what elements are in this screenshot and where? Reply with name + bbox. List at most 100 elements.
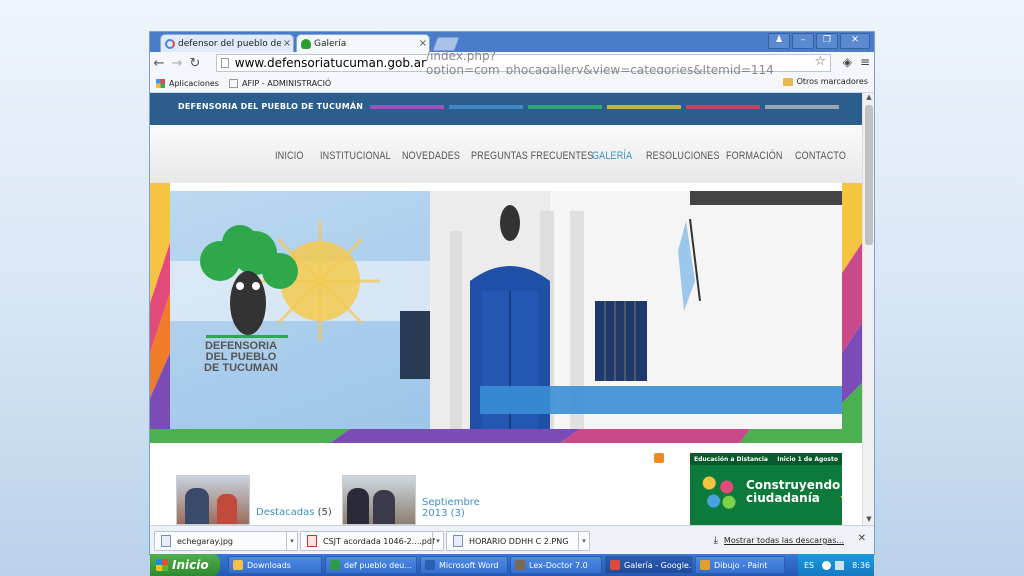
close-downloads-icon[interactable]: ✕ — [858, 533, 866, 544]
taskbar-item-label: Dibujo - Paint — [714, 560, 768, 570]
ad-banner[interactable]: Educación a Distancia Inicio 1 de Agosto… — [690, 453, 842, 525]
category-count: 2013 (3) — [422, 508, 465, 519]
taskbar-item[interactable]: def pueblo deu... — [325, 556, 417, 574]
image-file-icon — [453, 535, 463, 547]
close-icon[interactable]: × — [281, 38, 293, 49]
windows-logo-icon — [156, 559, 168, 571]
menu-institucional[interactable]: INSTITUCIONAL — [320, 150, 391, 162]
rss-icon[interactable] — [654, 453, 664, 463]
menu-preguntas-frecuentes[interactable]: PREGUNTAS FRECUENTES — [471, 150, 593, 162]
user-icon[interactable]: ♟ — [768, 33, 790, 49]
scrollbar-thumb[interactable] — [865, 105, 873, 245]
app-icon — [425, 560, 435, 570]
menu-contacto[interactable]: CONTACTO — [795, 150, 846, 162]
menu-formacion[interactable]: FORMACIÓN — [726, 150, 783, 162]
taskbar-item-label: Lex-Doctor 7.0 — [529, 560, 588, 570]
taskbar-item[interactable]: Galería - Google... — [605, 556, 693, 574]
app-icon — [515, 560, 525, 570]
ad-title-line: ciudadanía — [746, 491, 820, 505]
tab-title: defensor del pueblo de la na — [178, 38, 281, 49]
tab-google-search[interactable]: defensor del pueblo de la na × — [160, 34, 294, 52]
forward-icon[interactable]: → — [168, 56, 186, 71]
ad-right-text: Inicio 1 de Agosto — [777, 455, 838, 463]
logo-line: DE TUCUMAN — [204, 362, 278, 374]
taskbar-item-label: Galería - Google... — [624, 560, 693, 570]
menu-inicio[interactable]: INICIO — [275, 150, 304, 162]
language-indicator[interactable]: ES — [804, 561, 814, 570]
pdf-file-icon — [307, 535, 317, 547]
thumbnail-destacadas[interactable] — [176, 475, 250, 525]
thumbnail-septiembre[interactable] — [342, 475, 416, 525]
downloads-bar: echegaray.jpg ▾ CSJT acordada 1046-2....… — [150, 525, 874, 554]
taskbar-item[interactable]: Microsoft Word — [420, 556, 508, 574]
menu-novedades[interactable]: NOVEDADES — [402, 150, 460, 162]
header-color-bar — [686, 105, 760, 109]
browser-toolbar: ← → ↻ www.defensoriatucuman.gob.ar/index… — [150, 49, 874, 77]
taskbar-item[interactable]: Lex-Doctor 7.0 — [510, 556, 602, 574]
bookmark-label: Aplicaciones — [169, 78, 219, 88]
web-page: DEFENSORIA DEL PUEBLO DE TUCUMÁN INICIO … — [150, 93, 862, 525]
ad-header: Educación a Distancia Inicio 1 de Agosto — [690, 453, 842, 465]
banner-image — [170, 191, 842, 429]
chevron-down-icon[interactable]: ▾ — [578, 532, 589, 550]
minimize-icon[interactable]: – — [792, 33, 814, 49]
download-item[interactable]: echegaray.jpg ▾ — [154, 531, 298, 551]
tab-title: Galería — [314, 38, 347, 49]
taskbar-item-label: Downloads — [247, 560, 291, 570]
maximize-icon[interactable]: ❐ — [816, 33, 838, 49]
chevron-down-icon[interactable]: ▾ — [432, 532, 443, 550]
scroll-up-icon[interactable]: ▲ — [863, 93, 874, 103]
close-window-icon[interactable]: ✕ — [840, 33, 870, 49]
ad-title: Construyendo ciudadanía — [746, 479, 840, 505]
download-name: HORARIO DDHH C 2.PNG — [469, 536, 569, 546]
tab-galeria[interactable]: Galería × — [296, 34, 430, 52]
category-count: (5) — [317, 507, 332, 518]
chevron-down-icon[interactable]: ▾ — [286, 532, 297, 550]
owl-tree-icon — [301, 38, 311, 49]
menu-resoluciones[interactable]: RESOLUCIONES — [646, 150, 720, 162]
download-item[interactable]: HORARIO DDHH C 2.PNG ▾ — [446, 531, 590, 551]
bookmark-apps[interactable]: Aplicaciones — [156, 78, 219, 88]
app-icon — [610, 560, 620, 570]
menu-icon[interactable]: ≡ — [860, 55, 870, 69]
header-color-bar — [765, 105, 839, 109]
address-bar[interactable]: www.defensoriatucuman.gob.ar/index.php?o… — [216, 49, 831, 77]
close-icon[interactable]: × — [417, 38, 429, 49]
taskbar-item[interactable]: Dibujo - Paint — [695, 556, 785, 574]
start-label: Inicio — [172, 558, 209, 572]
download-name: echegaray.jpg — [177, 536, 233, 546]
taskbar-item-label: Microsoft Word — [439, 560, 499, 570]
bookmarks-bar: Aplicaciones AFIP - ADMINISTRACIÓ Otros … — [150, 74, 874, 93]
url-path: /index.php?option=com_phocagallery&view=… — [426, 49, 774, 77]
ad-left-text: Educación a Distancia — [694, 455, 768, 463]
reload-icon[interactable]: ↻ — [186, 56, 204, 71]
bookmark-star-icon[interactable]: ☆ — [814, 54, 826, 69]
taskbar: Inicio Downloads def pueblo deu... Microso… — [150, 554, 874, 576]
clock[interactable]: 8:36 — [852, 561, 870, 570]
download-arrow-icon: ⤓ — [713, 535, 718, 546]
show-all-downloads[interactable]: ⤓ Mostrar todas las descargas... — [714, 535, 845, 546]
scroll-down-icon[interactable]: ▼ — [863, 515, 874, 525]
main-menu: INICIO INSTITUCIONAL NOVEDADES PREGUNTAS… — [150, 125, 862, 183]
taskbar-item[interactable]: Downloads — [228, 556, 322, 574]
image-file-icon — [161, 535, 171, 547]
back-icon[interactable]: ← — [150, 56, 168, 71]
page-scrollbar[interactable]: ▲ ▼ — [862, 93, 874, 525]
category-name: Septiembre — [422, 497, 480, 508]
url-domain: www.defensoriatucuman.gob.ar — [234, 56, 427, 70]
menu-galeria[interactable]: GALERÍA — [592, 150, 632, 162]
header-color-bar — [449, 105, 523, 109]
volume-icon[interactable] — [835, 560, 845, 570]
app-icon — [233, 560, 243, 570]
banner-area: DEFENSORIA DEL PUEBLO DE TUCUMAN — [150, 183, 862, 443]
dropbox-icon[interactable]: ◈ — [843, 55, 852, 69]
start-button[interactable]: Inicio — [150, 554, 220, 576]
app-icon — [330, 560, 340, 570]
google-g-icon — [165, 38, 175, 49]
bookmark-afip[interactable]: AFIP - ADMINISTRACIÓ — [228, 78, 331, 88]
other-bookmarks[interactable]: Otros marcadores — [782, 77, 868, 86]
download-item[interactable]: CSJT acordada 1046-2....pdf ▾ — [300, 531, 444, 551]
network-icon[interactable] — [822, 560, 832, 570]
category-destacadas[interactable]: Destacadas (5) — [256, 507, 332, 518]
category-septiembre[interactable]: Septiembre 2013 (3) — [422, 497, 480, 519]
